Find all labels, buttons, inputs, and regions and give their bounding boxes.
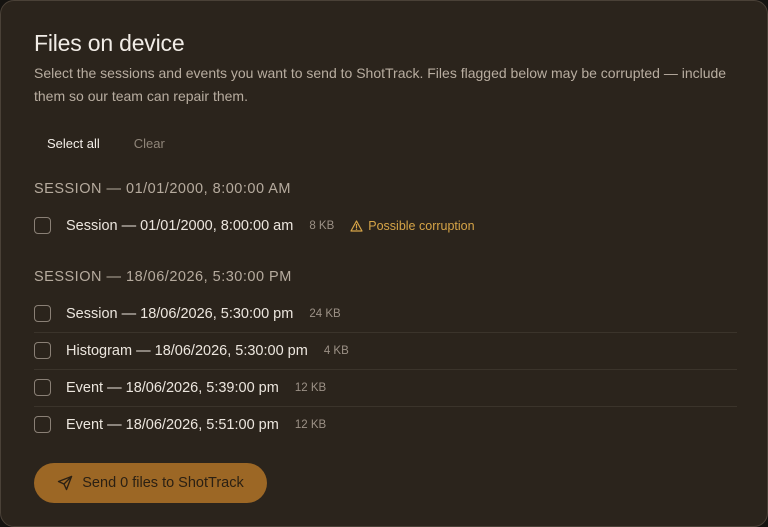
send-button-label: Send 0 files to ShotTrack — [82, 475, 244, 491]
file-name: Histogram — 18/06/2026, 5:30:00 pm — [66, 342, 308, 359]
file-name: Session — 01/01/2000, 8:00:00 am — [66, 217, 294, 234]
group-header: SESSION — 01/01/2000, 8:00:00 AM — [34, 181, 292, 197]
select-all-button[interactable]: Select all — [34, 132, 113, 155]
group-header: SESSION — 18/06/2026, 5:30:00 PM — [34, 269, 292, 285]
file-row[interactable]: Session — 18/06/2026, 5:30:00 pm 24 KB — [34, 295, 737, 333]
files-dialog: Files on device Select the sessions and … — [0, 0, 768, 527]
file-row[interactable]: Event — 18/06/2026, 5:51:00 pm 12 KB — [34, 406, 737, 443]
file-row[interactable]: Histogram — 18/06/2026, 5:30:00 pm 4 KB — [34, 332, 737, 370]
file-size: 12 KB — [294, 381, 327, 394]
file-checkbox[interactable] — [34, 305, 51, 322]
warning-icon — [350, 219, 363, 232]
send-icon — [57, 475, 73, 491]
selection-actions: Select all Clear — [34, 130, 178, 156]
file-checkbox[interactable] — [34, 342, 51, 359]
file-size: 24 KB — [309, 307, 341, 320]
file-size: 4 KB — [323, 344, 349, 357]
file-name: Event — 18/06/2026, 5:39:00 pm — [66, 379, 279, 396]
file-checkbox[interactable] — [34, 217, 51, 234]
file-size: 8 KB — [309, 219, 335, 232]
file-row[interactable]: Event — 18/06/2026, 5:39:00 pm 12 KB — [34, 369, 737, 407]
warning-label: Possible corruption — [368, 218, 475, 233]
file-checkbox[interactable] — [34, 416, 51, 433]
file-name: Event — 18/06/2026, 5:51:00 pm — [66, 416, 279, 433]
file-row[interactable]: Session — 01/01/2000, 8:00:00 am 8 KB Po… — [34, 207, 737, 244]
send-files-button[interactable]: Send 0 files to ShotTrack — [34, 463, 267, 503]
dialog-title: Files on device — [34, 30, 185, 56]
corruption-warning: Possible corruption — [350, 218, 475, 233]
file-checkbox[interactable] — [34, 379, 51, 396]
dialog-description: Select the sessions and events you want … — [34, 65, 727, 104]
clear-button[interactable]: Clear — [121, 132, 178, 155]
file-name: Session — 18/06/2026, 5:30:00 pm — [66, 305, 294, 322]
file-size: 12 KB — [294, 418, 327, 431]
